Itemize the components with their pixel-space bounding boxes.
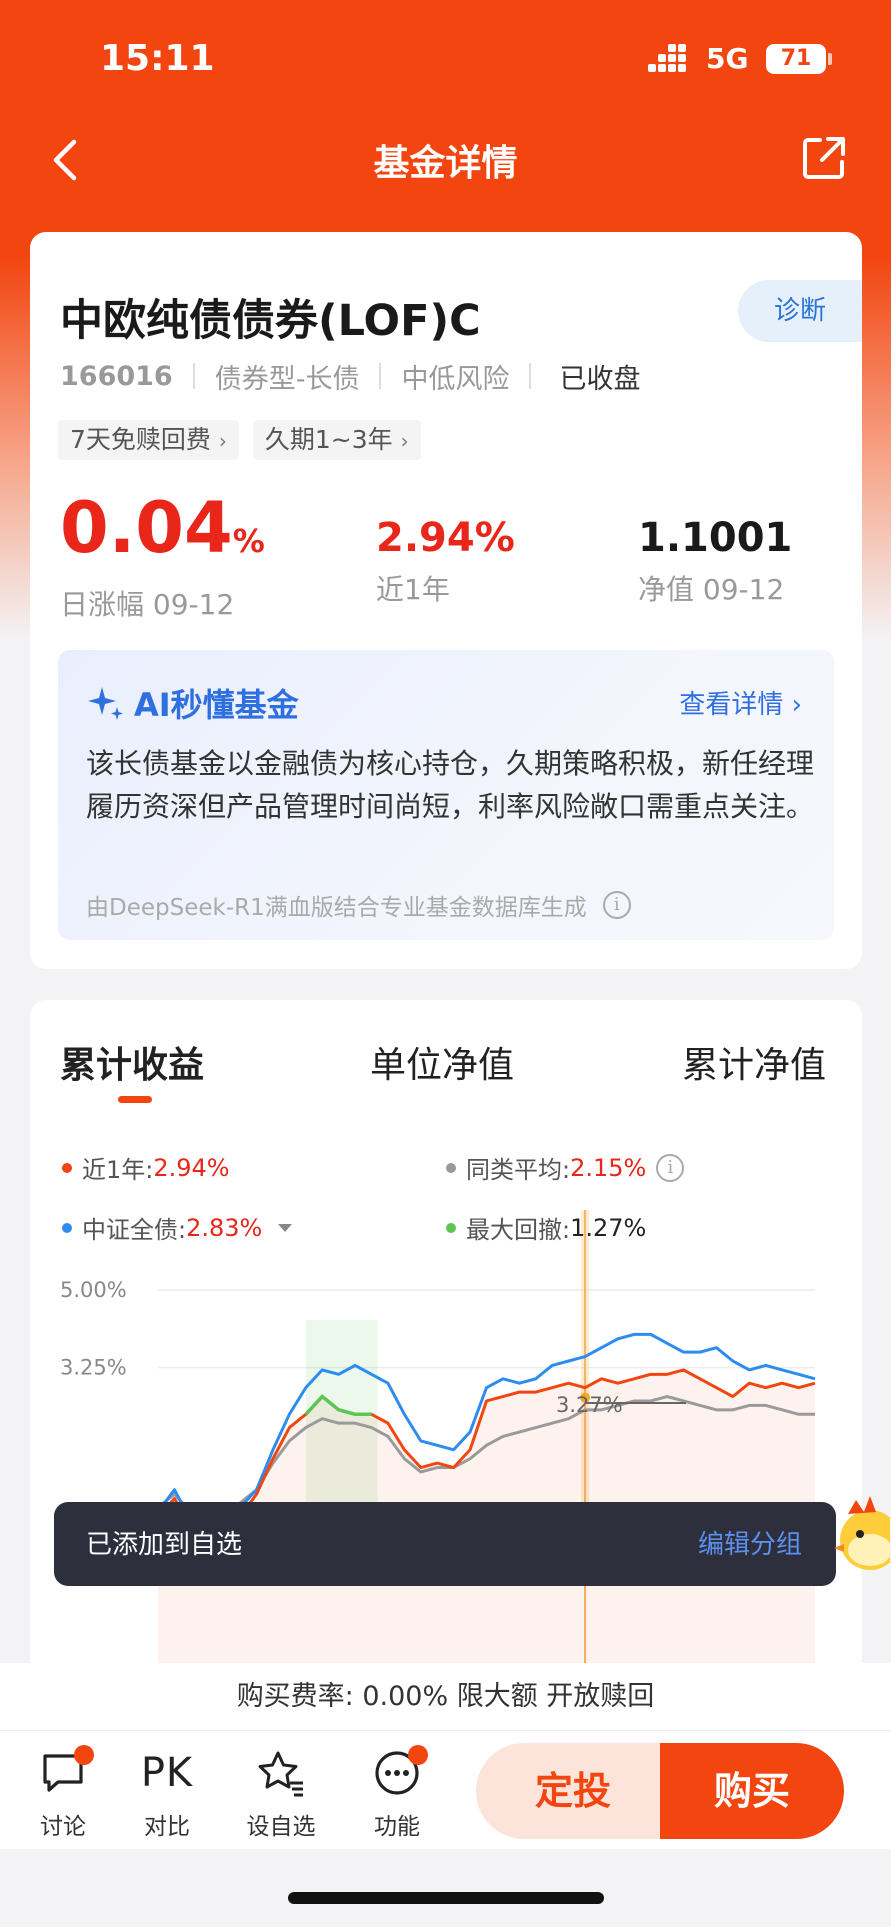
diagnose-button[interactable]: 诊断 [738, 280, 862, 342]
legend-value: 2.94% [153, 1153, 230, 1182]
tab-unit-nav[interactable]: 单位净值 [370, 1036, 514, 1088]
daily-change-stat: 0.04% 日涨幅 09-12 [60, 492, 265, 623]
ai-details-link[interactable]: 查看详情 › [679, 684, 802, 721]
info-icon[interactable]: i [602, 891, 631, 919]
battery-tip [828, 53, 832, 65]
daily-change-label: 日涨幅 09-12 [60, 588, 235, 621]
market-status: 已收盘 [559, 363, 641, 395]
sip-button[interactable]: 定投 [476, 1743, 670, 1839]
legend-peer-average: 同类平均: 2.15% i [446, 1150, 685, 1185]
legend-label: 同类平均: [466, 1156, 571, 1184]
page-title: 基金详情 [373, 143, 518, 184]
nav-label: 净值 09-12 [638, 573, 785, 606]
fund-meta: 166016 债券型-长债 中低风险 已收盘 [60, 356, 640, 396]
chevron-right-icon: › [791, 690, 802, 720]
bottom-action-bar: 讨论 PK 对比 设自选 功能 定投 购买 [0, 1731, 891, 1849]
fee-info-bar: 购买费率: 0.00% 限大额 开放赎回 [0, 1663, 891, 1731]
add-watchlist-label: 设自选 [246, 1814, 316, 1840]
tag-duration[interactable]: 久期1~3年 › [252, 420, 421, 460]
notification-badge [74, 1745, 94, 1765]
share-icon[interactable] [800, 134, 848, 182]
legend-max-drawdown: 最大回撤: 1.27% [446, 1210, 646, 1245]
legend-dot [62, 1222, 72, 1233]
y-tick-label: 5.00% [60, 1278, 127, 1302]
discuss-button[interactable]: 讨论 [18, 1745, 108, 1841]
chart-tabs: 累计收益 单位净值 累计净值 [30, 1036, 862, 1106]
tab-cumulative-return[interactable]: 累计收益 [60, 1036, 204, 1088]
network-label: 5G [706, 42, 749, 75]
legend-fund: 近1年: 2.94% [62, 1150, 230, 1185]
daily-change-value: 0.04 [60, 487, 233, 569]
fund-summary-card: 中欧纯债债券(LOF)C 诊断 166016 债券型-长债 中低风险 已收盘 7… [30, 232, 862, 969]
legend-value: 2.83% [186, 1213, 263, 1242]
signal-icon [648, 44, 696, 72]
legend-label: 中证全债: [82, 1216, 187, 1244]
year-return-stat: 2.94% 近1年 [376, 514, 515, 608]
daily-change-unit: % [232, 522, 265, 560]
legend-label: 近1年: [82, 1156, 154, 1184]
legend-dot [446, 1162, 456, 1173]
status-bar: 15:11 5G 71 [0, 0, 891, 120]
annotation-label: 3.27% [556, 1393, 623, 1417]
fund-name: 中欧纯债债券(LOF)C [60, 296, 481, 346]
sparkle-icon [88, 687, 123, 720]
pk-icon: PK [140, 1750, 194, 1796]
legend-benchmark[interactable]: 中证全债: 2.83% [62, 1210, 293, 1245]
battery-icon: 71 [766, 44, 826, 74]
star-list-icon [258, 1751, 303, 1797]
nav-bar: 基金详情 [0, 120, 891, 200]
fund-type: 债券型-长债 [214, 363, 360, 395]
nav-stat: 1.1001 净值 09-12 [638, 514, 792, 608]
fund-tags: 7天免赎回费 › 久期1~3年 › [58, 420, 421, 460]
legend-label: 最大回撤: [466, 1216, 571, 1244]
chevron-right-icon: › [218, 429, 227, 453]
discuss-label: 讨论 [40, 1814, 86, 1840]
active-tab-indicator [118, 1096, 152, 1103]
dropdown-caret-icon[interactable] [278, 1223, 293, 1232]
toast-message: 已添加到自选 [86, 1530, 243, 1560]
legend-value: 1.27% [570, 1213, 647, 1242]
nav-value: 1.1001 [638, 515, 793, 561]
chevron-right-icon: › [400, 429, 409, 453]
tab-cumulative-nav[interactable]: 累计净值 [682, 1036, 826, 1088]
info-icon[interactable]: i [656, 1153, 685, 1182]
performance-chart-card: 5.00%3.25%-0.25%3.27% 累计收益 单位净值 累计净值 近1年… [30, 1000, 862, 1700]
more-functions-label: 功能 [374, 1814, 420, 1840]
ai-summary-text: 该长债基金以金融债为核心持仓，久期策略积极，新任经理履历资深但产品管理时间尚短，… [86, 747, 815, 823]
compare-label: 对比 [144, 1814, 190, 1840]
tag-redemption-fee[interactable]: 7天免赎回费 › [58, 420, 239, 460]
status-time: 15:11 [100, 38, 215, 79]
divider [379, 363, 382, 389]
y-tick-label: 3.25% [60, 1356, 127, 1380]
ai-footer-text: 由DeepSeek-R1满血版结合专业基金数据库生成 [86, 895, 587, 921]
notification-badge [408, 1745, 428, 1765]
compare-button[interactable]: PK 对比 [122, 1745, 212, 1841]
divider [192, 363, 195, 389]
legend-dot [62, 1162, 72, 1173]
ai-title: AI秒懂基金 [134, 686, 299, 724]
toast-notification: 已添加到自选 编辑分组 [54, 1502, 836, 1586]
edit-group-link[interactable]: 编辑分组 [698, 1524, 802, 1561]
buy-button[interactable]: 购买 [660, 1743, 844, 1839]
home-indicator[interactable] [288, 1892, 604, 1904]
legend-value: 2.15% [570, 1153, 647, 1182]
more-functions-button[interactable]: 功能 [352, 1745, 442, 1841]
fund-code: 166016 [60, 360, 173, 392]
legend-dot [446, 1222, 456, 1233]
divider [529, 363, 532, 389]
year-return-value: 2.94% [376, 515, 515, 561]
fund-risk: 中低风险 [401, 363, 510, 395]
add-watchlist-button[interactable]: 设自选 [236, 1745, 326, 1841]
ai-summary-box: AI秒懂基金 查看详情 › 该长债基金以金融债为核心持仓，久期策略积极，新任经理… [58, 650, 834, 940]
home-indicator-area [0, 1849, 891, 1927]
year-return-label: 近1年 [376, 573, 450, 606]
mascot-icon[interactable] [830, 1488, 890, 1588]
ai-footer: 由DeepSeek-R1满血版结合专业基金数据库生成 i [86, 888, 631, 922]
